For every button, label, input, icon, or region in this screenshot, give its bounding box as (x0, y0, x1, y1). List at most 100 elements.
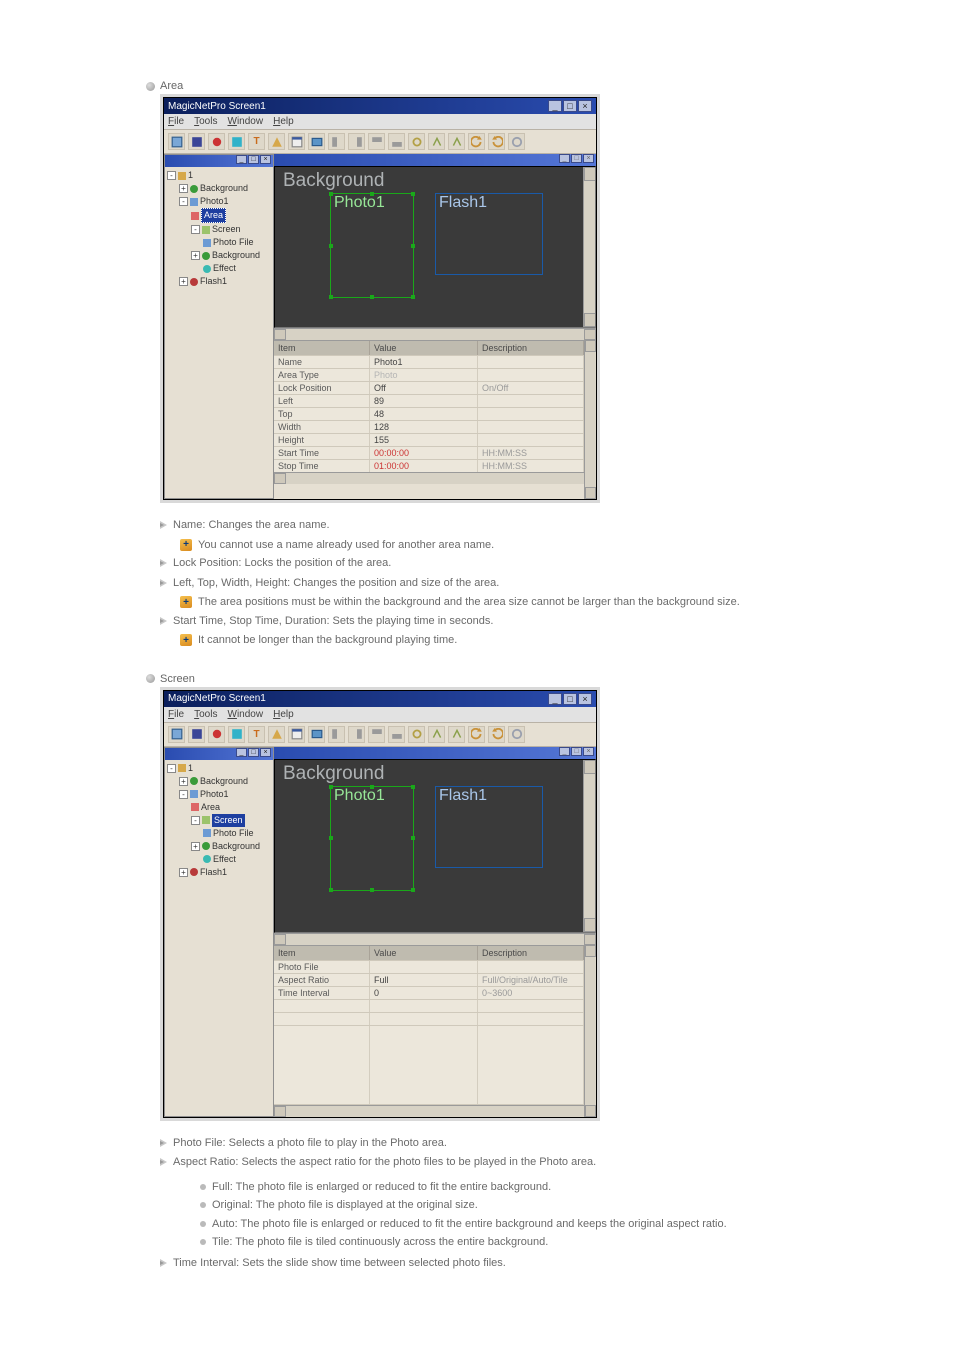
tool-10[interactable] (348, 133, 365, 150)
tool-11[interactable] (368, 726, 385, 743)
tool-4[interactable] (228, 133, 245, 150)
tool-7[interactable] (288, 133, 305, 150)
toolbar: T (164, 130, 596, 154)
preview-vscroll[interactable] (583, 760, 595, 932)
tool-14[interactable] (428, 726, 445, 743)
tree-background[interactable]: +Background (167, 182, 273, 195)
tool-undo-icon[interactable] (468, 133, 485, 150)
panel-max-icon[interactable]: □ (248, 748, 259, 757)
preview-vscroll[interactable] (583, 167, 595, 327)
menu-tools[interactable]: Tools (194, 709, 217, 720)
tree-effect[interactable]: Effect (167, 853, 273, 866)
preview-max-icon[interactable]: □ (571, 154, 582, 163)
preview-canvas[interactable]: Background Photo1 Flash1 (274, 759, 596, 933)
prop-hscroll[interactable] (274, 1105, 584, 1117)
tool-7[interactable] (288, 726, 305, 743)
prop-vscroll[interactable] (584, 340, 596, 500)
tool-15[interactable] (448, 133, 465, 150)
prop-hscroll[interactable] (274, 472, 584, 484)
menu-help[interactable]: Help (273, 709, 294, 720)
tool-text-icon[interactable]: T (248, 133, 265, 150)
tree-background[interactable]: +Background (167, 775, 273, 788)
tree-screen[interactable]: -Screen (167, 814, 273, 827)
tool-redo-icon[interactable] (488, 133, 505, 150)
tool-11[interactable] (368, 133, 385, 150)
preview-min-icon[interactable]: _ (559, 154, 570, 163)
tree-flash1[interactable]: +Flash1 (167, 866, 273, 879)
panel-close-icon[interactable]: × (260, 155, 271, 164)
tool-redo-icon[interactable] (488, 726, 505, 743)
preview-close-icon[interactable]: × (583, 154, 594, 163)
tool-4[interactable] (228, 726, 245, 743)
preview-close-icon[interactable]: × (583, 747, 594, 756)
tool-undo-icon[interactable] (468, 726, 485, 743)
menu-help[interactable]: Help (273, 116, 294, 127)
photo-box[interactable]: Photo1 (330, 193, 414, 298)
col-value: Value (370, 341, 478, 355)
prop-vscroll[interactable] (584, 945, 596, 1117)
tool-2[interactable] (188, 133, 205, 150)
tool-8[interactable] (308, 133, 325, 150)
tool-text-icon[interactable]: T (248, 726, 265, 743)
panel-min-icon[interactable]: _ (236, 748, 247, 757)
panel-min-icon[interactable]: _ (236, 155, 247, 164)
tool-18[interactable] (508, 726, 525, 743)
preview-min-icon[interactable]: _ (559, 747, 570, 756)
tree-photo1[interactable]: -Photo1 (167, 195, 273, 208)
panel-close-icon[interactable]: × (260, 748, 271, 757)
tree-root[interactable]: -1 (167, 169, 273, 182)
close-icon[interactable]: × (578, 100, 592, 112)
tree-background2[interactable]: +Background (167, 249, 273, 262)
menu-window[interactable]: Window (227, 709, 263, 720)
flash-box[interactable]: Flash1 (435, 193, 543, 275)
minimize-icon[interactable]: _ (548, 693, 562, 705)
close-icon[interactable]: × (578, 693, 592, 705)
panel-max-icon[interactable]: □ (248, 155, 259, 164)
preview-hscroll[interactable] (274, 933, 596, 945)
tool-12[interactable] (388, 726, 405, 743)
tool-10[interactable] (348, 726, 365, 743)
tree-background2[interactable]: +Background (167, 840, 273, 853)
tool-9[interactable] (328, 133, 345, 150)
tool-3[interactable] (208, 133, 225, 150)
tool-1[interactable] (168, 726, 185, 743)
tool-2[interactable] (188, 726, 205, 743)
tree-effect[interactable]: Effect (167, 262, 273, 275)
menu-file[interactable]: File (168, 116, 184, 127)
tree-photo-file[interactable]: Photo File (167, 827, 273, 840)
area-note-name-sub: You cannot use a name already used for a… (198, 537, 494, 554)
tool-18[interactable] (508, 133, 525, 150)
tool-1[interactable] (168, 133, 185, 150)
minimize-icon[interactable]: _ (548, 100, 562, 112)
preview-max-icon[interactable]: □ (571, 747, 582, 756)
tool-15[interactable] (448, 726, 465, 743)
tree-area[interactable]: Area (167, 801, 273, 814)
tool-9[interactable] (328, 726, 345, 743)
tool-14[interactable] (428, 133, 445, 150)
maximize-icon[interactable]: □ (563, 693, 577, 705)
preview-hscroll[interactable] (274, 328, 596, 340)
flash-box[interactable]: Flash1 (435, 786, 543, 868)
tree-photo1[interactable]: -Photo1 (167, 788, 273, 801)
tool-6[interactable] (268, 133, 285, 150)
tree-root[interactable]: -1 (167, 762, 273, 775)
maximize-icon[interactable]: □ (563, 100, 577, 112)
tool-13[interactable] (408, 726, 425, 743)
menu-bar[interactable]: File Tools Window Help (164, 114, 596, 130)
photo-box[interactable]: Photo1 (330, 786, 414, 891)
tool-8[interactable] (308, 726, 325, 743)
tool-6[interactable] (268, 726, 285, 743)
menu-bar[interactable]: File Tools Window Help (164, 707, 596, 723)
tool-3[interactable] (208, 726, 225, 743)
tree-screen[interactable]: -Screen (167, 223, 273, 236)
menu-tools[interactable]: Tools (194, 116, 217, 127)
tree-photo-file[interactable]: Photo File (167, 236, 273, 249)
menu-window[interactable]: Window (227, 116, 263, 127)
screen-note-interval: Time Interval: Sets the slide show time … (173, 1255, 506, 1272)
tool-12[interactable] (388, 133, 405, 150)
tool-13[interactable] (408, 133, 425, 150)
tree-flash1[interactable]: +Flash1 (167, 275, 273, 288)
preview-canvas[interactable]: Background Photo1 Flash1 (274, 166, 596, 328)
tree-area[interactable]: Area (167, 208, 273, 223)
menu-file[interactable]: File (168, 709, 184, 720)
